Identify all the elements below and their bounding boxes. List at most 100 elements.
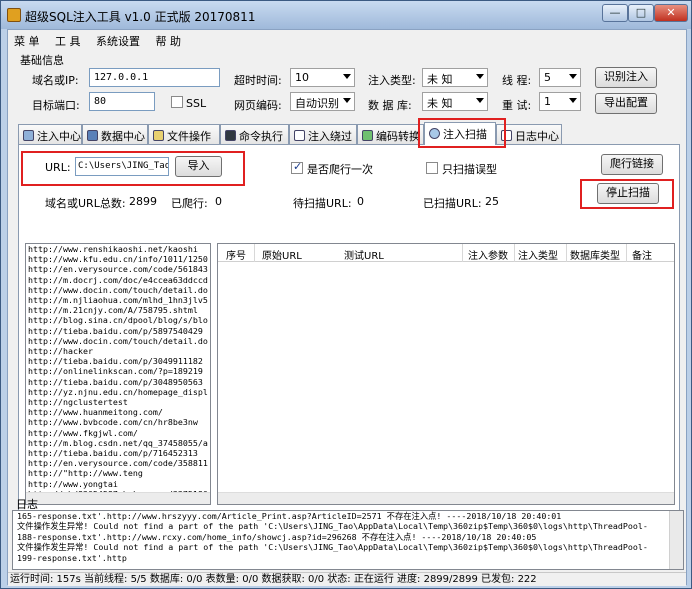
scanned-label: 已扫描URL:	[423, 197, 482, 210]
pending-value: 0	[357, 195, 364, 208]
threads-select[interactable]: 5	[539, 68, 581, 87]
column-divider	[462, 244, 463, 262]
tab-inject-center[interactable]: 注入中心	[18, 124, 82, 144]
tab-command[interactable]: 命令执行	[220, 124, 289, 144]
ssl-checkbox[interactable]	[171, 96, 183, 108]
list-item[interactable]: http://m.blog.csdn.net/qq_37458055/a	[26, 438, 210, 448]
log-line: 188-response.txt'.http://www.rcxy.com/ho…	[17, 531, 537, 542]
list-item[interactable]: http://en.verysource.com/code/358811	[26, 458, 210, 468]
list-item[interactable]: http://hacker	[26, 346, 210, 356]
column-header[interactable]: 数据库类型	[570, 247, 620, 262]
list-item[interactable]: http://www.bvbcode.com/cn/hr8be3nw	[26, 417, 210, 427]
domain-input[interactable]: 127.0.0.1	[89, 68, 220, 87]
folder-icon	[153, 130, 164, 141]
close-button[interactable]: ✕	[654, 4, 688, 22]
import-button[interactable]: 导入	[175, 156, 222, 177]
list-item[interactable]: http://tieba.baidu.com/p/3049911182	[26, 356, 210, 366]
bypass-icon	[294, 130, 305, 141]
list-item[interactable]: http://tieba.baidu.com/p/716452313	[26, 448, 210, 458]
menu-item-settings[interactable]: 系统设置	[90, 30, 146, 49]
list-item[interactable]: http://www.huanmeitong.com/	[26, 407, 210, 417]
inject-type-label: 注入类型:	[368, 74, 416, 87]
column-header[interactable]: 注入类型	[518, 247, 558, 262]
list-item[interactable]: http://www.docin.com/touch/detail.do	[26, 285, 210, 295]
log-line: 165-response.txt'.http://www.hrszyyy.com…	[17, 511, 562, 521]
list-item[interactable]: http://blog.sina.cn/dpool/blog/s/blo	[26, 315, 210, 325]
export-config-button[interactable]: 导出配置	[595, 93, 657, 114]
tab-encode[interactable]: 编码转换	[357, 124, 424, 144]
encode-icon	[362, 130, 373, 141]
log-scrollbar[interactable]	[669, 511, 683, 569]
column-header[interactable]: 序号	[226, 247, 246, 262]
tab-data-center[interactable]: 数据中心	[82, 124, 148, 144]
column-header[interactable]: 原始URL	[262, 247, 302, 262]
retry-label: 重 试:	[502, 99, 532, 112]
list-item[interactable]: http://m.docrj.com/doc/e4ccea63ddccd	[26, 275, 210, 285]
column-divider	[254, 244, 255, 262]
list-item[interactable]: http://www.kfu.edu.cn/info/1011/1250	[26, 254, 210, 264]
crawled-value: 0	[215, 195, 222, 208]
port-input[interactable]: 80	[89, 92, 155, 111]
title-bar: 超级SQL注入工具 v1.0 正式版 20170811 — □ ✕	[1, 1, 691, 29]
url-file-input[interactable]: C:\Users\JING_Tao\	[75, 157, 169, 176]
tab-label: 注入绕过	[308, 130, 352, 143]
list-item[interactable]: http://ngclustertest	[26, 397, 210, 407]
tab-bypass[interactable]: 注入绕过	[289, 124, 357, 144]
db-select[interactable]: 未 知	[422, 92, 488, 111]
maximize-button[interactable]: □	[628, 4, 654, 22]
chevron-down-icon	[569, 74, 577, 79]
chevron-down-icon	[569, 98, 577, 103]
url-label: URL:	[45, 161, 71, 174]
total-value: 2899	[129, 195, 157, 208]
tab-file-ops[interactable]: 文件操作	[148, 124, 220, 144]
list-item[interactable]: http://yz.njnu.edu.cn/homepage_displ	[26, 387, 210, 397]
crawl-links-button[interactable]: 爬行链接	[601, 154, 663, 175]
results-table[interactable]: 序号 原始URL 测试URL 注入参数 注入类型 数据库类型 备注	[217, 243, 675, 505]
log-line: 文件操作发生异常! Could not find a part of the p…	[17, 542, 648, 553]
retry-select[interactable]: 1	[539, 92, 581, 111]
list-item[interactable]: http://www.fkgjwl.com/	[26, 428, 210, 438]
menu-item-menu[interactable]: 菜 单	[8, 30, 46, 49]
menu-item-help[interactable]: 帮 助	[150, 30, 188, 49]
chevron-down-icon	[343, 74, 351, 79]
log-textarea[interactable]: 165-response.txt'.http://www.hrszyyy.com…	[12, 510, 684, 570]
list-item[interactable]: http://m.21cnjy.com/A/758795.shtml	[26, 305, 210, 315]
minimize-button[interactable]: —	[602, 4, 628, 22]
tab-label: 命令执行	[239, 130, 283, 143]
crawl-once-checkbox[interactable]	[291, 160, 303, 174]
list-item[interactable]: http://www.docin.com/touch/detail.do	[26, 336, 210, 346]
url-list-hscrollbar[interactable]	[26, 492, 210, 504]
retry-value: 1	[544, 95, 551, 108]
ssl-label: SSL	[186, 97, 207, 110]
column-header[interactable]: 注入参数	[468, 247, 508, 262]
timeout-select[interactable]: 10	[290, 68, 355, 87]
list-item[interactable]: http://onlinelinkscan.com/?p=189219	[26, 366, 210, 376]
inject-type-select[interactable]: 未 知	[422, 68, 488, 87]
column-header[interactable]: 备注	[632, 247, 652, 262]
active-tab-highlight	[418, 118, 506, 148]
encoding-value: 自动识别	[295, 97, 339, 110]
url-list[interactable]: http://www.renshikaoshi.net/kaoshi http:…	[25, 243, 211, 505]
menu-item-tools[interactable]: 工 具	[49, 30, 87, 49]
column-header[interactable]: 测试URL	[344, 247, 384, 262]
column-divider	[626, 244, 627, 262]
identify-inject-button[interactable]: 识别注入	[595, 67, 657, 88]
results-hscrollbar[interactable]	[218, 492, 674, 504]
list-item[interactable]: http://tieba.baidu.com/p/3048950563	[26, 377, 210, 387]
domain-label: 域名或IP:	[32, 74, 79, 87]
tab-label: 文件操作	[167, 130, 211, 143]
stop-scan-button[interactable]: 停止扫描	[597, 183, 659, 204]
list-item[interactable]: http://"http://www.teng	[26, 468, 210, 478]
list-item[interactable]: http://www.yongtai	[26, 479, 210, 489]
list-item[interactable]: http://m.njliaohua.com/mlhd_1hn3jlv5	[26, 295, 210, 305]
list-item[interactable]: http://www.renshikaoshi.net/kaoshi	[26, 244, 210, 254]
db-value: 未 知	[427, 97, 453, 110]
encoding-select[interactable]: 自动识别	[290, 92, 355, 111]
list-item[interactable]: http://tieba.baidu.com/p/5897540429	[26, 326, 210, 336]
status-bar: 运行时间: 157s 当前线程: 5/5 数据库: 0/0 表数量: 0/0 数…	[8, 572, 686, 586]
scan-only-checkbox[interactable]	[426, 162, 438, 174]
terminal-icon	[225, 130, 236, 141]
list-item[interactable]: http://en.verysource.com/code/561843	[26, 264, 210, 274]
scan-only-label: 只扫描误型	[442, 163, 497, 176]
window-title: 超级SQL注入工具 v1.0 正式版 20170811	[25, 10, 256, 24]
